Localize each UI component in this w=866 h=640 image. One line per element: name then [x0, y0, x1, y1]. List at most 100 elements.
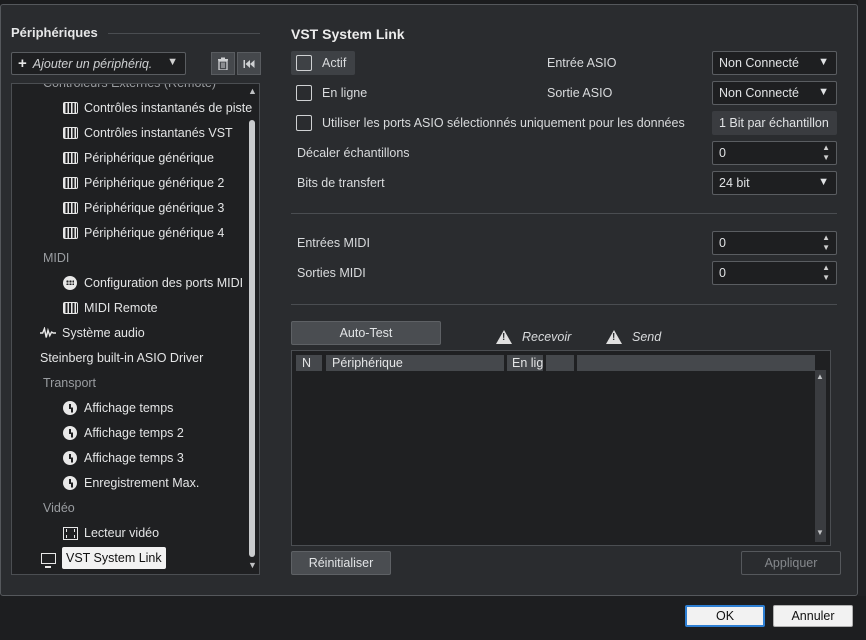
tree-item[interactable]: Transport — [43, 372, 96, 394]
table-scrollbar[interactable]: ▲ ▼ — [815, 370, 826, 542]
recevoir-label: Recevoir — [522, 330, 572, 344]
reinitialiser-button[interactable]: Réinitialiser — [291, 551, 391, 575]
skip-back-icon — [243, 59, 255, 68]
decaler-label: Décaler échantillons — [297, 146, 410, 160]
tree-item-label: Affichage temps — [84, 401, 174, 415]
entree-asio-value: Non Connecté — [719, 56, 799, 70]
tree-item-label: Steinberg built-in ASIO Driver — [40, 351, 204, 365]
bits-transfert-label: Bits de transfert — [297, 176, 385, 190]
send-indicator: Send — [606, 330, 661, 344]
delete-device-button[interactable] — [211, 52, 235, 75]
reset-device-button[interactable] — [237, 52, 261, 75]
column-header-peripherique[interactable]: Périphérique — [326, 355, 504, 371]
chevron-down-icon: ▼ — [818, 176, 829, 188]
keyboard-icon — [62, 201, 78, 215]
tree-item-label: Affichage temps 3 — [84, 451, 184, 465]
column-header-n[interactable]: N — [296, 355, 322, 371]
tree-item-label: Périphérique générique 4 — [84, 226, 225, 240]
tree-item[interactable]: Contrôles instantanés VST — [62, 122, 233, 144]
tree-item-label: Contrôles instantanés VST — [84, 126, 233, 140]
section-divider — [291, 213, 837, 214]
asio-ports-label: Utiliser les ports ASIO sélectionnés uni… — [322, 116, 685, 130]
tree-item-label: Affichage temps 2 — [84, 426, 184, 440]
midi-port-icon — [62, 276, 78, 290]
entrees-midi-stepper[interactable]: 0 ▲ ▼ — [712, 231, 837, 255]
clock-icon — [62, 401, 78, 415]
tree-item[interactable]: MIDI Remote — [62, 297, 158, 319]
sorties-midi-value: 0 — [719, 266, 726, 280]
tree-item[interactable]: Périphérique générique 2 — [62, 172, 224, 194]
tree-item[interactable]: Contrôles instantanés de piste — [62, 97, 252, 119]
asio-ports-checkbox[interactable] — [296, 115, 312, 131]
title-divider — [108, 33, 260, 34]
tree-item[interactable]: Contrôleurs Externes (Remote) — [43, 83, 216, 94]
tree-item[interactable]: Lecteur vidéo — [62, 522, 159, 544]
tree-item-label: MIDI Remote — [84, 301, 158, 315]
tree-item[interactable]: Vidéo — [43, 497, 75, 519]
scroll-down-icon[interactable]: ▼ — [816, 528, 824, 537]
device-tree[interactable]: Contrôleurs Externes (Remote) Contrôles i… — [11, 83, 260, 575]
sortie-asio-select[interactable]: Non Connecté ▼ — [712, 81, 837, 105]
tree-item[interactable]: Enregistrement Max. — [62, 472, 199, 494]
scroll-down-icon[interactable]: ▼ — [248, 560, 257, 570]
scroll-up-icon[interactable]: ▲ — [816, 372, 824, 381]
stepper-arrows-icon[interactable]: ▲ ▼ — [822, 143, 830, 163]
tree-item-label: Enregistrement Max. — [84, 476, 200, 490]
tree-item[interactable]: Périphérique générique — [62, 147, 214, 169]
stepper-arrows-icon[interactable]: ▲ ▼ — [822, 263, 830, 283]
chevron-down-icon: ▼ — [818, 86, 829, 98]
scroll-up-icon[interactable]: ▲ — [248, 86, 257, 96]
devices-table[interactable]: N Périphérique En lig — [291, 350, 831, 546]
annuler-button[interactable]: Annuler — [773, 605, 853, 627]
tree-item-label: Lecteur vidéo — [84, 526, 160, 540]
en-ligne-label: En ligne — [322, 86, 368, 100]
clock-icon — [62, 476, 78, 490]
sorties-midi-stepper[interactable]: 0 ▲ ▼ — [712, 261, 837, 285]
sorties-midi-label: Sorties MIDI — [297, 266, 366, 280]
sortie-asio-value: Non Connecté — [719, 86, 799, 100]
appliquer-button[interactable]: Appliquer — [741, 551, 841, 575]
tree-item[interactable]: Steinberg built-in ASIO Driver — [40, 347, 203, 369]
tree-item-label: Configuration des ports MIDI — [84, 276, 244, 290]
tree-item[interactable]: Affichage temps — [62, 397, 173, 419]
add-device-dropdown[interactable]: + Ajouter un périphériq. ▼ — [11, 52, 186, 75]
keyboard-icon — [62, 226, 78, 240]
tree-item-label: Contrôleurs Externes (Remote) — [43, 83, 216, 90]
tree-item[interactable]: MIDI — [43, 247, 69, 269]
entree-asio-select[interactable]: Non Connecté ▼ — [712, 51, 837, 75]
tree-item[interactable]: Configuration des ports MIDI — [62, 272, 243, 294]
panel-title: VST System Link — [291, 26, 405, 42]
clock-icon — [62, 426, 78, 440]
entrees-midi-label: Entrées MIDI — [297, 236, 370, 250]
keyboard-icon — [62, 151, 78, 165]
bits-transfert-value: 24 bit — [719, 176, 750, 190]
monitor-icon — [40, 551, 56, 568]
tree-item-label: Système audio — [62, 326, 145, 340]
add-device-label: Ajouter un périphériq. — [32, 56, 153, 71]
column-header-blank[interactable] — [546, 355, 574, 371]
keyboard-icon — [62, 101, 78, 115]
auto-test-button[interactable]: Auto-Test — [291, 321, 441, 345]
bits-transfert-select[interactable]: 24 bit ▼ — [712, 171, 837, 195]
actif-label: Actif — [322, 56, 347, 70]
tree-item[interactable]: Affichage temps 3 — [62, 447, 184, 469]
tree-item[interactable]: Périphérique générique 4 — [62, 222, 224, 244]
keyboard-icon — [62, 176, 78, 190]
tree-scroll-thumb[interactable] — [249, 120, 255, 557]
ok-button[interactable]: OK — [685, 605, 765, 627]
chevron-down-icon: ▼ — [167, 56, 178, 68]
stepper-arrows-icon[interactable]: ▲ ▼ — [822, 233, 830, 253]
send-label: Send — [632, 330, 662, 344]
column-header-en-ligne[interactable]: En lig — [507, 355, 543, 371]
tree-item-label: Transport — [43, 376, 97, 390]
keyboard-icon — [62, 301, 78, 315]
tree-item[interactable]: Périphérique générique 3 — [62, 197, 224, 219]
en-ligne-checkbox[interactable] — [296, 85, 312, 101]
actif-checkbox[interactable] — [296, 55, 312, 71]
tree-item-label: VST System Link — [62, 547, 166, 569]
column-header-blank[interactable] — [577, 355, 815, 371]
tree-item[interactable]: VST System Link — [40, 547, 166, 569]
decaler-stepper[interactable]: 0 ▲ ▼ — [712, 141, 837, 165]
tree-item[interactable]: Système audio — [40, 322, 145, 344]
tree-item[interactable]: Affichage temps 2 — [62, 422, 184, 444]
